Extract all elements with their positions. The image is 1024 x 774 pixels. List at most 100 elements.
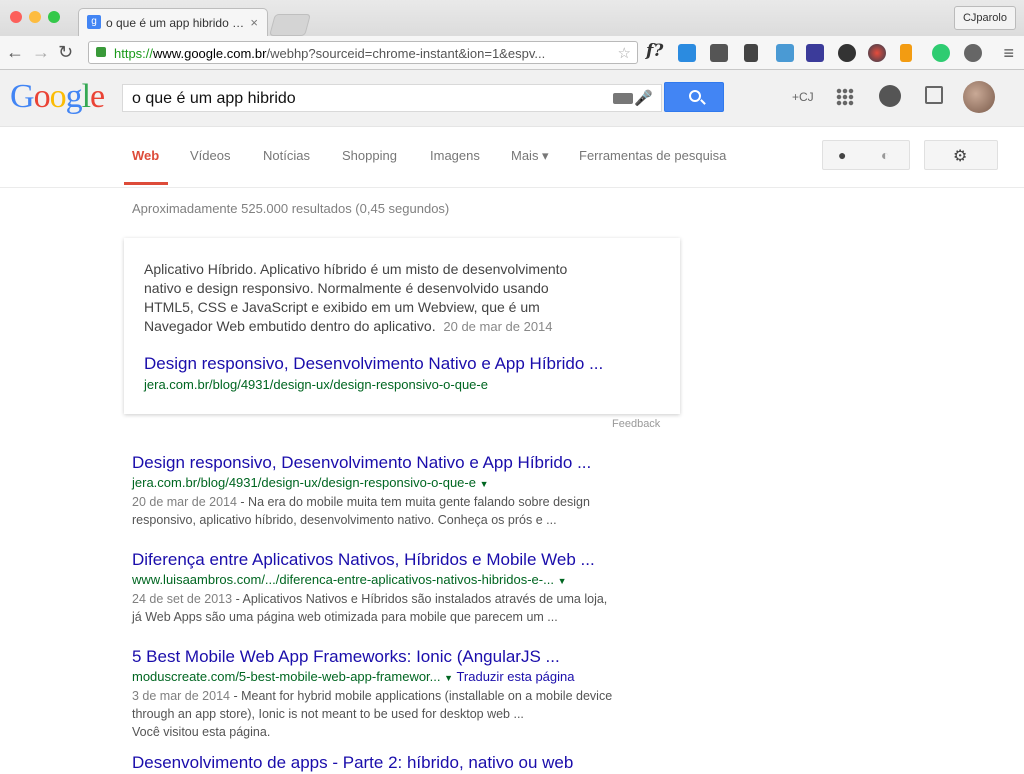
url-path: /webhp?sourceid=chrome-instant&ion=1&esp… [266, 46, 546, 61]
google-plus-link[interactable]: +CJ [792, 90, 814, 104]
microphone-icon[interactable]: 🎤 [634, 89, 653, 107]
snippet-date: 20 de mar de 2014 [443, 319, 553, 334]
result-snippet: já Web Apps são uma página web otimizada… [132, 610, 558, 624]
search-input[interactable]: o que é um app hibrido 🎤 [122, 84, 662, 112]
result-date: 20 de mar de 2014 [132, 495, 237, 509]
menu-icon[interactable]: ≡ [1003, 43, 1014, 64]
tab-ferramentas[interactable]: Ferramentas de pesquisa [579, 148, 726, 163]
search-button[interactable] [664, 82, 724, 112]
tab-imagens[interactable]: Imagens [430, 148, 480, 163]
logo-letter: e [90, 78, 105, 115]
extension-ghost-icon[interactable] [964, 44, 982, 62]
search-nav-tabs: Web Vídeos Notícias Shopping Imagens Mai… [0, 127, 1024, 188]
google-favicon-icon: g [87, 15, 101, 29]
result-snippet: - Aplicativos Nativos e Híbridos são ins… [232, 592, 608, 606]
search-result: Design responsivo, Desenvolvimento Nativ… [132, 452, 652, 529]
result-snippet: - Meant for hybrid mobile applications (… [230, 689, 613, 703]
search-result: Desenvolvimento de apps - Parte 2: híbri… [132, 752, 652, 774]
translate-link[interactable]: Traduzir esta página [456, 669, 574, 684]
extension-shield-icon[interactable] [806, 44, 824, 62]
active-tab-underline [124, 182, 168, 185]
lock-icon [96, 47, 106, 57]
reload-icon[interactable]: ↻ [58, 42, 73, 63]
dropdown-arrow-icon[interactable]: ▼ [480, 479, 489, 489]
result-title[interactable]: Diferença entre Aplicativos Nativos, Híb… [132, 549, 652, 571]
tab-videos[interactable]: Vídeos [190, 148, 230, 163]
extension-f-icon[interactable]: f? [646, 41, 664, 61]
tab-shopping[interactable]: Shopping [342, 148, 397, 163]
featured-snippet-url: jera.com.br/blog/4931/design-ux/design-r… [144, 377, 488, 392]
search-query[interactable]: o que é um app hibrido [132, 90, 296, 108]
gear-icon: ⚙ [953, 148, 968, 165]
logo-letter: l [81, 78, 92, 115]
result-title[interactable]: Design responsivo, Desenvolvimento Nativ… [132, 452, 652, 474]
logo-letter: o [49, 78, 67, 115]
notifications-icon[interactable] [879, 85, 901, 107]
tab-title: o que é um app hibrido - G [106, 16, 246, 30]
extension-bookmark-icon[interactable] [900, 44, 912, 62]
featured-snippet: Aplicativo Híbrido. Aplicativo híbrido é… [124, 238, 680, 414]
address-bar[interactable]: https://www.google.com.br/webhp?sourceid… [88, 41, 638, 64]
result-url: moduscreate.com/5-best-mobile-web-app-fr… [132, 669, 441, 684]
result-title[interactable]: Desenvolvimento de apps - Parte 2: híbri… [132, 752, 652, 774]
snippet-line: Aplicativo Híbrido. Aplicativo híbrido é… [144, 261, 568, 277]
browser-toolbar: ← → ↻ https://www.google.com.br/webhp?so… [0, 36, 1024, 70]
result-snippet: responsivo, aplicativo híbrido, desenvol… [132, 513, 557, 527]
extension-gear-icon[interactable] [838, 44, 856, 62]
featured-snippet-link[interactable]: Design responsivo, Desenvolvimento Nativ… [144, 354, 603, 374]
extension-window-icon[interactable] [710, 44, 728, 62]
apps-grid-icon[interactable] [836, 88, 854, 106]
logo-letter: o [33, 78, 51, 115]
globe-icon[interactable]: ◐ [881, 147, 889, 163]
result-snippet: - Na era do mobile muita tem muita gente… [236, 495, 590, 509]
star-icon[interactable]: ☆ [618, 44, 631, 62]
minimize-window-button[interactable] [29, 11, 41, 23]
tab-mais[interactable]: Mais ▾ [511, 148, 549, 164]
visited-note: Você visitou esta página. [132, 725, 271, 739]
extension-globe-icon[interactable] [932, 44, 950, 62]
dropdown-arrow-icon[interactable]: ▼ [558, 576, 567, 586]
share-icon[interactable] [925, 86, 943, 104]
featured-snippet-text: Aplicativo Híbrido. Aplicativo híbrido é… [144, 260, 649, 336]
snippet-line: Navegador Web embutido dentro do aplicat… [144, 318, 436, 334]
logo-letter: g [65, 78, 83, 115]
keyboard-icon[interactable] [613, 93, 633, 104]
snippet-line: HTML5, CSS e JavaScript e exibido em um … [144, 299, 540, 315]
result-stats: Aproximadamente 525.000 resultados (0,45… [132, 201, 450, 216]
personal-results-toggle: ● ◐ [822, 140, 910, 170]
settings-button[interactable]: ⚙ [924, 140, 998, 170]
search-result: 5 Best Mobile Web App Frameworks: Ionic … [132, 646, 652, 741]
new-tab-button[interactable] [269, 14, 311, 36]
extension-folder-icon[interactable] [776, 44, 794, 62]
avatar[interactable] [963, 81, 995, 113]
forward-arrow-icon[interactable]: → [32, 42, 50, 63]
result-snippet: through an app store), Ionic is not mean… [132, 707, 524, 721]
feedback-link[interactable]: Feedback [612, 418, 660, 430]
tab-close-icon[interactable]: × [250, 15, 258, 30]
result-date: 3 de mar de 2014 [132, 689, 230, 703]
extension-download-icon[interactable] [678, 44, 696, 62]
browser-tab-bar: g o que é um app hibrido - G × CJparolo [0, 0, 1024, 36]
dropdown-arrow-icon[interactable]: ▼ [444, 673, 453, 683]
user-icon[interactable]: ● [838, 147, 846, 163]
extension-color-icon[interactable] [868, 44, 886, 62]
result-url: jera.com.br/blog/4931/design-ux/design-r… [132, 475, 476, 490]
url-host: www.google.com.br [153, 46, 267, 61]
url-text[interactable]: https://www.google.com.br/webhp?sourceid… [114, 46, 609, 61]
tab-noticias[interactable]: Notícias [263, 148, 310, 163]
maximize-window-button[interactable] [48, 11, 60, 23]
search-icon [689, 90, 701, 102]
back-arrow-icon[interactable]: ← [6, 42, 24, 63]
extension-person-icon[interactable] [744, 44, 758, 62]
snippet-line: nativo e design responsivo. Normalmente … [144, 280, 549, 296]
url-scheme: https:// [114, 46, 154, 61]
tab-web[interactable]: Web [132, 148, 159, 163]
google-logo[interactable]: Google [10, 78, 105, 116]
logo-letter: G [10, 78, 35, 115]
search-result: Diferença entre Aplicativos Nativos, Híb… [132, 549, 652, 626]
profile-button[interactable]: CJparolo [953, 6, 1016, 30]
close-window-button[interactable] [10, 11, 22, 23]
result-title[interactable]: 5 Best Mobile Web App Frameworks: Ionic … [132, 646, 652, 668]
browser-tab[interactable]: g o que é um app hibrido - G × [78, 8, 268, 36]
result-url: www.luisaambros.com/.../diferenca-entre-… [132, 572, 554, 587]
